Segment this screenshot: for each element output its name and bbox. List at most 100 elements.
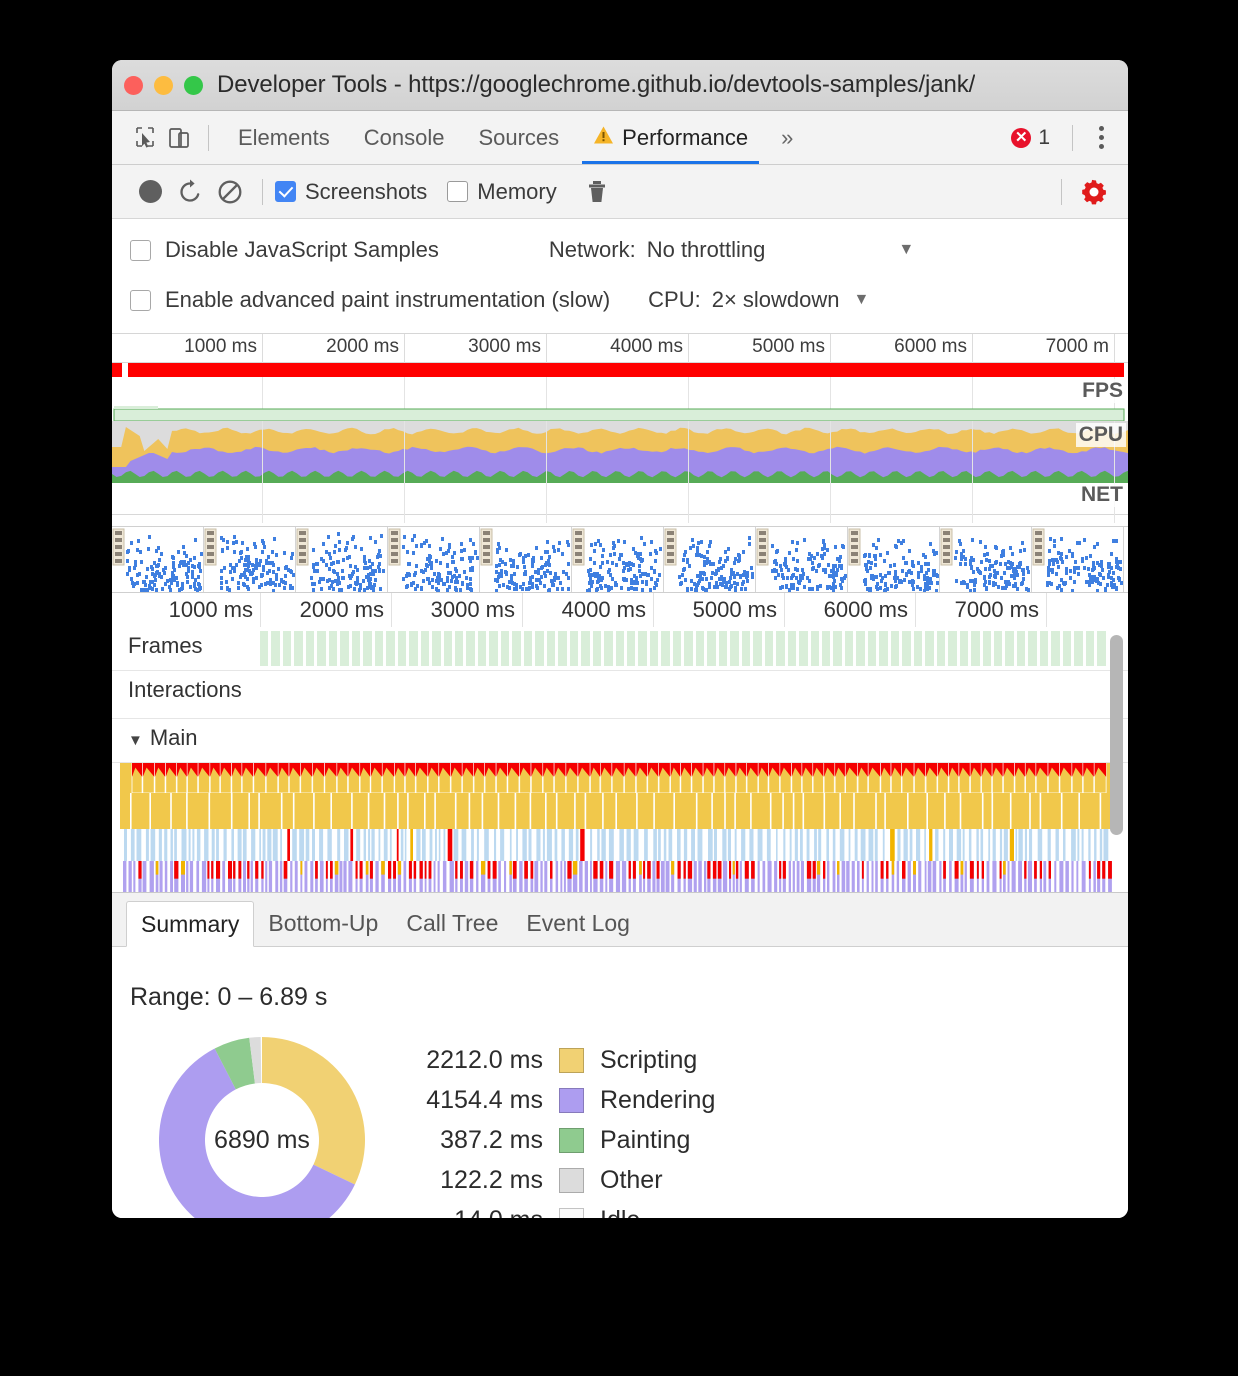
frame-block[interactable] <box>340 631 348 666</box>
cpu-chevron-down-icon[interactable]: ▼ <box>854 291 870 309</box>
frame-block[interactable] <box>948 631 956 666</box>
cpu-throttle-select[interactable]: CPU: 2× slowdown ▼ <box>648 287 869 313</box>
frame-block[interactable] <box>661 631 669 666</box>
tab-call-tree[interactable]: Call Tree <box>392 900 512 946</box>
frame-block[interactable] <box>317 631 325 666</box>
flame-chart-rows[interactable] <box>112 763 1128 893</box>
frame-block[interactable] <box>604 631 612 666</box>
tab-sources[interactable]: Sources <box>461 112 576 164</box>
frame-block[interactable] <box>719 631 727 666</box>
legend-row[interactable]: 4154.4 msRendering <box>413 1080 715 1120</box>
advanced-paint-checkbox[interactable] <box>130 290 151 311</box>
tab-performance[interactable]: Performance <box>576 112 765 164</box>
tab-console[interactable]: Console <box>347 112 462 164</box>
frame-block[interactable] <box>845 631 853 666</box>
filmstrip-frame[interactable] <box>940 527 1032 593</box>
frame-block[interactable] <box>375 631 383 666</box>
filmstrip-frame[interactable] <box>204 527 296 593</box>
error-badge[interactable]: ✕ 1 <box>1011 126 1050 150</box>
tab-summary[interactable]: Summary <box>126 901 254 947</box>
frame-block[interactable] <box>868 631 876 666</box>
frame-block[interactable] <box>260 631 268 666</box>
frame-block[interactable] <box>925 631 933 666</box>
track-interactions[interactable]: Interactions <box>112 671 1128 719</box>
frame-block[interactable] <box>547 631 555 666</box>
close-button[interactable] <box>124 76 143 95</box>
filmstrip-frame[interactable] <box>1032 527 1124 593</box>
trash-icon[interactable] <box>577 172 617 212</box>
frame-block[interactable] <box>902 631 910 666</box>
window-controls[interactable] <box>124 76 203 95</box>
frame-block[interactable] <box>1017 631 1025 666</box>
frame-block[interactable] <box>1063 631 1071 666</box>
filmstrip-frame[interactable] <box>848 527 940 593</box>
filmstrip-frame[interactable] <box>664 527 756 593</box>
filmstrip-frame[interactable] <box>572 527 664 593</box>
flame-chart-scrollbar[interactable] <box>1110 635 1123 835</box>
legend-row[interactable]: 2212.0 msScripting <box>413 1040 715 1080</box>
frame-block[interactable] <box>570 631 578 666</box>
tab-bottom-up[interactable]: Bottom-Up <box>254 900 392 946</box>
track-main[interactable]: ▼Main <box>112 719 1128 763</box>
frame-block[interactable] <box>512 631 520 666</box>
record-circle-icon[interactable] <box>130 172 170 212</box>
frame-block[interactable] <box>822 631 830 666</box>
network-throttle-select[interactable]: Network: No throttling <box>549 237 765 263</box>
screenshot-filmstrip[interactable] <box>112 527 1128 593</box>
maximize-button[interactable] <box>184 76 203 95</box>
frame-block[interactable] <box>742 631 750 666</box>
frame-block[interactable] <box>294 631 302 666</box>
frame-block[interactable] <box>650 631 658 666</box>
minimize-button[interactable] <box>154 76 173 95</box>
cursor-select-icon[interactable] <box>128 121 162 155</box>
frame-block[interactable] <box>478 631 486 666</box>
frame-block[interactable] <box>386 631 394 666</box>
frame-block[interactable] <box>1086 631 1094 666</box>
tab-overflow-button[interactable]: » <box>765 125 809 151</box>
filmstrip-frame[interactable] <box>388 527 480 593</box>
frame-block[interactable] <box>409 631 417 666</box>
reload-record-icon[interactable] <box>170 172 210 212</box>
screenshots-checkbox-box[interactable] <box>275 181 296 202</box>
frame-block[interactable] <box>1074 631 1082 666</box>
frame-block[interactable] <box>638 631 646 666</box>
frame-block[interactable] <box>765 631 773 666</box>
tab-event-log[interactable]: Event Log <box>512 900 644 946</box>
frame-block[interactable] <box>1005 631 1013 666</box>
frame-block[interactable] <box>994 631 1002 666</box>
frame-block[interactable] <box>788 631 796 666</box>
disable-js-samples-checkbox[interactable] <box>130 240 151 261</box>
tab-elements[interactable]: Elements <box>221 112 347 164</box>
screenshots-checkbox[interactable]: Screenshots <box>275 179 427 205</box>
track-frames[interactable]: Frames <box>112 627 1128 671</box>
frame-block[interactable] <box>914 631 922 666</box>
frame-block[interactable] <box>856 631 864 666</box>
filmstrip-frame[interactable] <box>112 527 204 593</box>
kebab-menu-icon[interactable] <box>1095 126 1116 149</box>
frame-block[interactable] <box>489 631 497 666</box>
frame-block[interactable] <box>444 631 452 666</box>
flame-row[interactable] <box>112 861 1128 893</box>
flame-chart[interactable]: 1000 ms2000 ms3000 ms4000 ms5000 ms6000 … <box>112 593 1128 893</box>
frame-block[interactable] <box>983 631 991 666</box>
clear-icon[interactable] <box>210 172 250 212</box>
activity-donut-chart[interactable]: 6890 ms <box>156 1034 368 1218</box>
frame-block[interactable] <box>776 631 784 666</box>
frame-block[interactable] <box>329 631 337 666</box>
frame-block[interactable] <box>971 631 979 666</box>
frame-block[interactable] <box>891 631 899 666</box>
frame-block[interactable] <box>696 631 704 666</box>
filmstrip-frame[interactable] <box>756 527 848 593</box>
frame-block[interactable] <box>707 631 715 666</box>
frame-block[interactable] <box>558 631 566 666</box>
memory-checkbox-box[interactable] <box>447 181 468 202</box>
legend-row[interactable]: 14.0 msIdle <box>413 1200 715 1218</box>
filmstrip-frame[interactable] <box>480 527 572 593</box>
frame-block[interactable] <box>811 631 819 666</box>
frame-block[interactable] <box>673 631 681 666</box>
frame-block[interactable] <box>363 631 371 666</box>
flame-row[interactable] <box>112 793 1128 829</box>
frame-block[interactable] <box>960 631 968 666</box>
frame-block[interactable] <box>283 631 291 666</box>
memory-checkbox[interactable]: Memory <box>447 179 556 205</box>
